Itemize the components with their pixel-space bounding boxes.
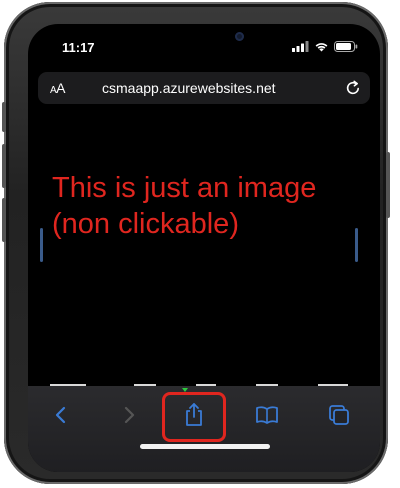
share-icon [186, 403, 202, 426]
bookmarks-button[interactable] [252, 400, 282, 430]
camera-icon [235, 32, 244, 41]
screenshot-stage: 11:17 AA csmaapp.azurewebsites.net This … [0, 0, 400, 488]
phone-screen: 11:17 AA csmaapp.azurewebsites.net This … [28, 24, 380, 472]
back-button[interactable] [46, 400, 76, 430]
notch [110, 24, 294, 54]
battery-icon [334, 41, 358, 52]
edge-marker [355, 228, 358, 262]
safari-toolbar [28, 386, 380, 472]
url-text[interactable]: csmaapp.azurewebsites.net [102, 80, 276, 96]
address-bar[interactable]: AA csmaapp.azurewebsites.net [38, 72, 370, 104]
tabs-icon [329, 405, 349, 425]
bookmarks-icon [256, 406, 278, 424]
edge-marker [40, 228, 43, 262]
tabs-button[interactable] [324, 400, 354, 430]
wifi-icon [315, 43, 328, 52]
share-button[interactable] [179, 400, 209, 430]
status-icons [292, 41, 358, 52]
side-button [2, 198, 6, 242]
status-bar: 11:17 [28, 24, 380, 64]
side-button [2, 144, 6, 188]
home-indicator[interactable] [140, 444, 270, 449]
page-content [28, 110, 380, 390]
forward-icon [124, 406, 135, 424]
annotation-line-1: This is just an image [52, 172, 317, 204]
side-button [2, 102, 6, 132]
reload-icon[interactable] [344, 79, 362, 97]
signal-icon [292, 41, 309, 52]
annotation-line-2: (non clickable) [52, 208, 239, 241]
power-button [386, 152, 390, 218]
back-icon [55, 406, 66, 424]
text-size-large-label: A [56, 80, 66, 96]
status-time: 11:17 [62, 40, 95, 55]
phone-frame: 11:17 AA csmaapp.azurewebsites.net This … [2, 2, 390, 484]
forward-button[interactable] [114, 400, 144, 430]
text-size-button[interactable]: AA [50, 80, 66, 96]
annotation-text: This is just an image (non clickable) [52, 170, 316, 243]
